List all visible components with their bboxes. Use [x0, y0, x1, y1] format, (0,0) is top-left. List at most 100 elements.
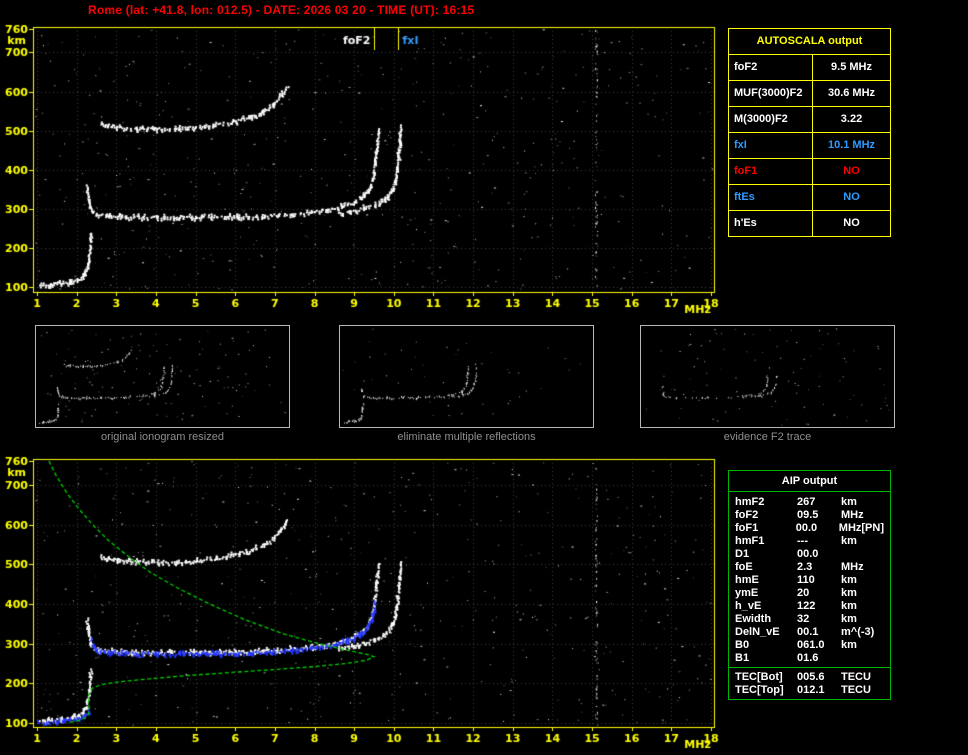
- autoscala-param-value: NO: [843, 191, 860, 203]
- aip-row: B0 061.0 km: [729, 639, 890, 652]
- autoscala-table-title: AUTOSCALA output: [756, 35, 863, 47]
- aip-row: D1 00.0: [729, 548, 890, 561]
- aip-param-name: TEC[Top]: [735, 684, 784, 696]
- autoscala-rows: foF2 9.5 MHz MUF(3000)F2 30.6 MHz M(3000)F2 3…: [729, 54, 890, 236]
- autoscala-param-label: fxI: [729, 133, 813, 158]
- thumbnail-panel-f2-evidence: evidence F2 trace: [640, 325, 895, 443]
- autoscala-param-label: foF1: [729, 159, 813, 184]
- autoscala-row: M(3000)F2 3.22: [729, 106, 890, 132]
- autoscala-row: MUF(3000)F2 30.6 MHz: [729, 80, 890, 106]
- autoscala-param-label: h'Es: [729, 211, 813, 236]
- aip-row: foE 2.3 MHz: [729, 561, 890, 574]
- autoscala-row: fxI 10.1 MHz: [729, 132, 890, 158]
- aip-param-name: h_vE: [735, 600, 762, 612]
- aip-row: DelN_vE 00.1 m^(-3): [729, 626, 890, 639]
- thumbnail-panel-original: original ionogram resized: [35, 325, 290, 443]
- aip-param-unit: MHz: [841, 561, 864, 573]
- aip-param-name: foF1: [735, 522, 759, 534]
- aip-param-name: B1: [735, 652, 750, 664]
- aip-param-value: 122: [797, 600, 816, 612]
- thumbnail-caption: eliminate multiple reflections: [397, 431, 536, 443]
- autoscala-param-value: 3.22: [840, 113, 863, 125]
- aip-param-name: D1: [735, 548, 750, 560]
- aip-param-unit: km: [841, 587, 857, 599]
- autoscala-row: foF1 NO: [729, 158, 890, 184]
- aip-param-unit: MHz: [841, 509, 864, 521]
- aip-panel: AIP output hmF2 267 km foF2 09.5 MHz foF1 00.0 M…: [728, 470, 891, 700]
- autoscala-row: foF2 9.5 MHz: [729, 54, 890, 80]
- aip-param-value: 2.3: [797, 561, 813, 573]
- aip-param-name: Ewidth: [735, 613, 772, 625]
- aip-param-name: DelN_vE: [735, 626, 780, 638]
- aip-param-value: 32: [797, 613, 810, 625]
- aip-param-value: ---: [797, 535, 808, 547]
- aip-param-unit: km: [841, 613, 857, 625]
- aip-row: h_vE 122 km: [729, 600, 890, 613]
- autoscala-window: Rome (lat: +41.8, lon: 012.5) - DATE: 20…: [0, 0, 968, 755]
- aip-param-value: 110: [797, 574, 815, 586]
- aip-row: Ewidth 32 km: [729, 613, 890, 626]
- aip-param-name: ymE: [735, 587, 759, 599]
- aip-param-unit: km: [841, 600, 857, 612]
- aip-row: hmE 110 km: [729, 574, 890, 587]
- aip-row: ymE 20 km: [729, 587, 890, 600]
- autoscala-param-label: MUF(3000)F2: [729, 81, 813, 106]
- aip-param-value: 09.5: [797, 509, 819, 521]
- aip-param-unit: km: [841, 574, 857, 586]
- aip-row: hmF1 --- km: [729, 535, 890, 548]
- aip-param-unit: km: [841, 496, 857, 508]
- aip-param-value: 00.1: [797, 626, 819, 638]
- aip-param-name: hmE: [735, 574, 759, 586]
- autoscala-row: ftEs NO: [729, 184, 890, 210]
- aip-rows: hmF2 267 km foF2 09.5 MHz foF1 00.0 MHz [PN] hmF1-…: [729, 492, 890, 667]
- bottom-ionogram-canvas: [0, 452, 725, 755]
- aip-param-value: 267: [797, 496, 816, 508]
- autoscala-param-value: 10.1 MHz: [827, 139, 876, 151]
- aip-param-unit: TECU: [841, 684, 871, 696]
- autoscala-param-value: NO: [843, 165, 860, 177]
- autoscala-param-value: NO: [843, 217, 860, 229]
- thumbnail-original-canvas: [35, 325, 290, 428]
- autoscala-row: h'Es NO: [729, 210, 890, 236]
- aip-row: TEC[Bot] 005.6 TECU: [729, 671, 890, 684]
- aip-param-name: hmF2: [735, 496, 765, 508]
- aip-param-value: 00.0: [797, 548, 819, 560]
- thumbnail-f2-evidence-canvas: [640, 325, 895, 428]
- aip-row: B1 01.6: [729, 652, 890, 665]
- aip-param-value: 00.0: [795, 522, 818, 534]
- aip-tec-rows: TEC[Bot] 005.6 TECU TEC[Top] 012.1 TECU: [729, 668, 890, 700]
- aip-param-unit: km: [841, 639, 857, 651]
- aip-row: hmF2 267 km: [729, 496, 890, 509]
- aip-param-value: 061.0: [797, 639, 825, 651]
- aip-row: foF1 00.0 MHz [PN]: [729, 522, 890, 535]
- thumbnail-no-multiples-canvas: [339, 325, 594, 428]
- aip-panel-title: AIP output: [781, 475, 838, 487]
- thumbnail-panel-no-multiples: eliminate multiple reflections: [339, 325, 594, 443]
- aip-row: TEC[Top] 012.1 TECU: [729, 684, 890, 697]
- aip-param-name: B0: [735, 639, 750, 651]
- aip-param-value: 005.6: [797, 671, 825, 683]
- aip-param-unit: m^(-3): [841, 626, 875, 638]
- top-ionogram-canvas: [0, 18, 725, 314]
- aip-param-unit: km: [841, 535, 857, 547]
- autoscala-table: AUTOSCALA output foF2 9.5 MHz MUF(3000)F2 3…: [728, 28, 891, 237]
- autoscala-param-value: 30.6 MHz: [827, 87, 876, 99]
- thumbnail-caption: original ionogram resized: [101, 431, 224, 443]
- aip-param-unit: TECU: [841, 671, 871, 683]
- aip-param-unit: MHz: [838, 522, 862, 534]
- aip-param-name: TEC[Bot]: [735, 671, 783, 683]
- station-date-title: Rome (lat: +41.8, lon: 012.5) - DATE: 20…: [88, 3, 475, 17]
- aip-param-name: foF2: [735, 509, 759, 521]
- autoscala-param-label: foF2: [729, 55, 813, 80]
- autoscala-param-label: M(3000)F2: [729, 107, 813, 132]
- autoscala-param-value: 9.5 MHz: [831, 61, 872, 73]
- aip-param-value: 012.1: [797, 684, 825, 696]
- aip-row: foF2 09.5 MHz: [729, 509, 890, 522]
- aip-param-name: foE: [735, 561, 753, 573]
- aip-param-value: 01.6: [797, 652, 819, 664]
- aip-param-tag: [PN]: [861, 522, 884, 534]
- autoscala-param-label: ftEs: [729, 185, 813, 210]
- aip-param-name: hmF1: [735, 535, 765, 547]
- aip-param-value: 20: [797, 587, 810, 599]
- thumbnail-caption: evidence F2 trace: [723, 431, 812, 443]
